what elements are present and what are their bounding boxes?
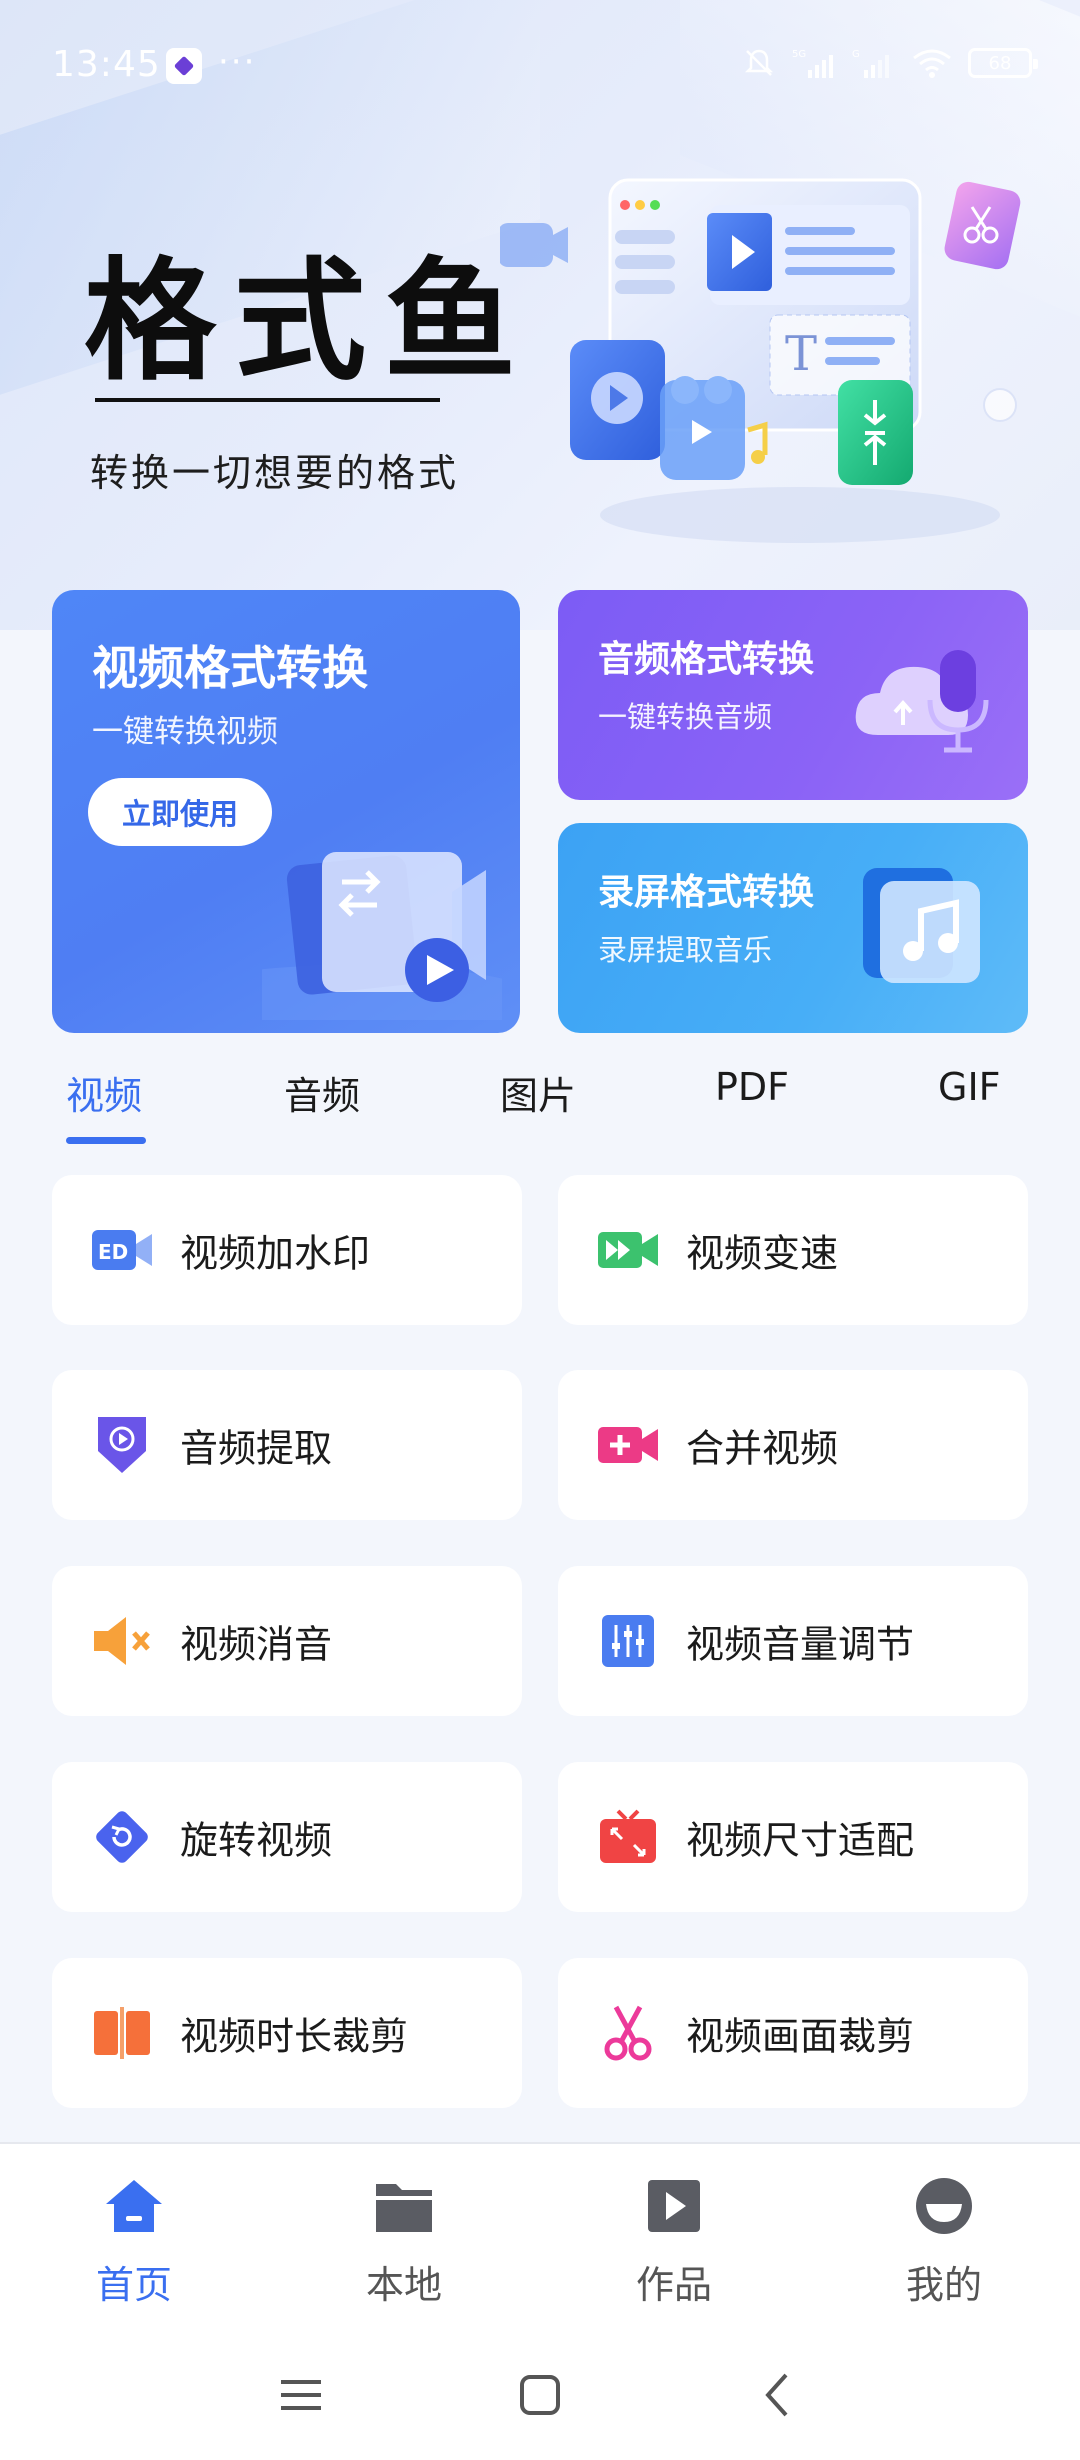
status-time: 13:45 xyxy=(52,44,161,85)
merge-video-icon xyxy=(598,1427,658,1463)
tool-label: 视频尺寸适配 xyxy=(686,1818,915,1863)
video-convert-subtitle: 一键转换视频 xyxy=(92,714,278,750)
battery-icon: 68 xyxy=(968,48,1038,78)
tool-resize-video[interactable]: 视频尺寸适配 xyxy=(558,1762,1028,1912)
tool-label: 视频变速 xyxy=(686,1231,839,1276)
tool-label: 视频画面裁剪 xyxy=(686,2014,915,2059)
tool-duration-trim[interactable]: 视频时长裁剪 xyxy=(52,1958,522,2108)
tool-video-watermark[interactable]: ED 视频加水印 xyxy=(52,1175,522,1325)
nav-home[interactable]: 首页 xyxy=(34,2174,234,2314)
tab-audio[interactable]: 音频 xyxy=(284,1065,360,1120)
system-navigation-bar xyxy=(0,2332,1080,2460)
tool-label: 视频时长裁剪 xyxy=(180,2014,409,2059)
svg-text:ED: ED xyxy=(98,1240,128,1264)
scissors-icon xyxy=(604,2005,652,2061)
app-subtitle: 转换一切想要的格式 xyxy=(90,451,460,495)
use-now-button[interactable]: 立即使用 xyxy=(88,778,272,846)
bottom-nav: 首页 本地 作品 我的 xyxy=(0,2142,1080,2332)
tool-video-mute[interactable]: 视频消音 xyxy=(52,1566,522,1716)
app-notification-icon xyxy=(166,48,202,84)
back-icon[interactable] xyxy=(744,2360,814,2430)
nav-local[interactable]: 本地 xyxy=(304,2174,504,2314)
nav-works[interactable]: 作品 xyxy=(574,2174,774,2314)
svg-text:T: T xyxy=(785,326,817,382)
audio-convert-subtitle: 一键转换音频 xyxy=(598,700,773,734)
mute-icon xyxy=(94,1617,150,1665)
audio-convert-card[interactable]: 音频格式转换 一键转换音频 xyxy=(558,590,1028,800)
tool-volume-adjust[interactable]: 视频音量调节 xyxy=(558,1566,1028,1716)
tool-label: 视频音量调节 xyxy=(686,1622,915,1667)
tab-gif[interactable]: GIF xyxy=(938,1065,1001,1109)
app-title: 格式鱼 xyxy=(84,245,534,399)
audio-convert-title: 音频格式转换 xyxy=(598,639,815,680)
tool-rotate-video[interactable]: 旋转视频 xyxy=(52,1762,522,1912)
play-box-icon xyxy=(648,2180,700,2232)
nav-profile-label: 我的 xyxy=(905,2263,982,2307)
watermark-icon: ED xyxy=(92,1230,152,1270)
menu-icon[interactable] xyxy=(266,2360,336,2430)
duration-trim-icon xyxy=(94,2007,150,2059)
nav-home-label: 首页 xyxy=(95,2263,172,2307)
tool-frame-crop[interactable]: 视频画面裁剪 xyxy=(558,1958,1028,2108)
screen-record-convert-title: 录屏格式转换 xyxy=(598,872,815,913)
tab-pdf[interactable]: PDF xyxy=(715,1065,789,1109)
tab-video[interactable]: 视频 xyxy=(66,1065,142,1120)
video-convert-title: 视频格式转换 xyxy=(92,641,368,695)
5g-signal-icon: 5G xyxy=(792,49,833,78)
tool-label: 合并视频 xyxy=(686,1426,839,1471)
svg-text:5G: 5G xyxy=(792,49,806,60)
tool-audio-extract[interactable]: 音频提取 xyxy=(52,1370,522,1520)
header-banner: 13:45 ··· 5G G 68 格式鱼 转换一切想要的格式 T xyxy=(0,0,1080,630)
rotate-icon xyxy=(96,1811,148,1863)
folder-icon xyxy=(376,2184,432,2232)
tool-label: 音频提取 xyxy=(180,1426,333,1471)
tool-video-speed[interactable]: 视频变速 xyxy=(558,1175,1028,1325)
status-bar: 13:45 ··· 5G G 68 xyxy=(0,0,1080,135)
speed-icon xyxy=(598,1232,658,1268)
more-notifications-icon: ··· xyxy=(218,42,257,82)
tab-active-indicator xyxy=(66,1137,146,1144)
video-convert-card[interactable]: 视频格式转换 一键转换视频 立即使用 xyxy=(52,590,520,1033)
home-icon xyxy=(106,2180,162,2232)
nav-works-label: 作品 xyxy=(635,2263,712,2307)
screen-record-convert-subtitle: 录屏提取音乐 xyxy=(598,933,773,967)
music-file-icon xyxy=(863,868,980,983)
tool-label: 视频消音 xyxy=(180,1622,333,1667)
tool-merge-video[interactable]: 合并视频 xyxy=(558,1370,1028,1520)
g-signal-icon: G xyxy=(852,49,889,78)
home-square-icon[interactable] xyxy=(505,2360,575,2430)
volume-adjust-icon xyxy=(602,1615,654,1667)
tool-label: 旋转视频 xyxy=(180,1818,333,1863)
video-files-icon xyxy=(262,852,502,1020)
audio-extract-icon xyxy=(98,1417,146,1473)
nav-local-label: 本地 xyxy=(365,2263,442,2307)
mute-bell-icon xyxy=(744,49,774,76)
screen-record-convert-card[interactable]: 录屏格式转换 录屏提取音乐 xyxy=(558,823,1028,1033)
profile-icon xyxy=(916,2178,972,2234)
banner-illustration: T xyxy=(500,178,1021,543)
resize-tv-icon xyxy=(600,1809,656,1863)
svg-text:G: G xyxy=(852,49,860,60)
tab-image[interactable]: 图片 xyxy=(500,1065,576,1120)
tool-label: 视频加水印 xyxy=(180,1231,371,1276)
title-divider xyxy=(95,398,440,402)
category-tabs: 视频 音频 图片 PDF GIF xyxy=(0,1055,1080,1145)
nav-profile[interactable]: 我的 xyxy=(844,2174,1044,2314)
wifi-icon xyxy=(913,49,951,78)
cloud-microphone-icon xyxy=(855,650,989,753)
